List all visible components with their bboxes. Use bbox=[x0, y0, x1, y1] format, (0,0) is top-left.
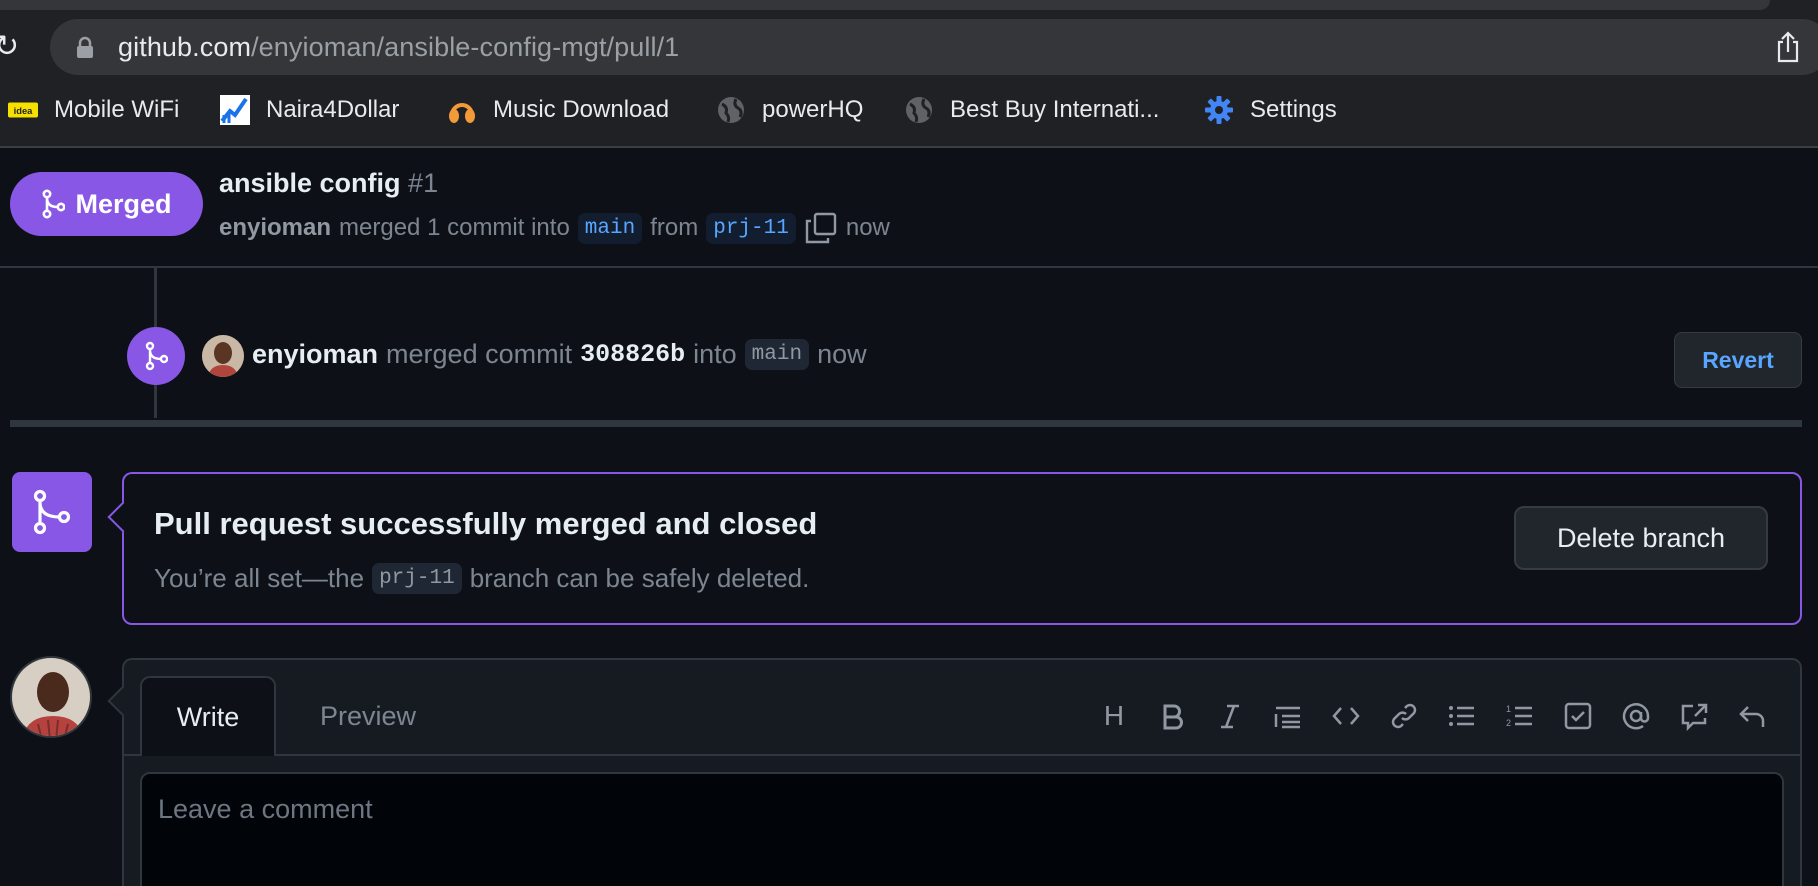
avatar[interactable] bbox=[202, 335, 244, 377]
ordered-list-icon[interactable]: 12 bbox=[1491, 692, 1549, 740]
bookmark-label: Naira4Dollar bbox=[266, 96, 400, 123]
chart-icon bbox=[220, 95, 250, 125]
merge-desc-branch[interactable]: prj-11 bbox=[372, 562, 462, 594]
header-divider bbox=[0, 266, 1818, 268]
git-merge-icon bbox=[42, 189, 66, 219]
comment-input[interactable] bbox=[140, 772, 1784, 886]
status-label: Merged bbox=[75, 188, 172, 219]
pr-author-link[interactable]: enyioman bbox=[219, 214, 331, 242]
bold-icon[interactable] bbox=[1143, 692, 1201, 740]
bookmarks-bar: idea Mobile WiFi Naira4Dollar Music Down… bbox=[0, 88, 1818, 132]
pr-time: now bbox=[845, 214, 890, 241]
tab-strip bbox=[0, 0, 1770, 10]
head-branch-link[interactable]: prj-11 bbox=[706, 212, 796, 244]
git-merge-icon bbox=[33, 489, 71, 535]
timeline-into-text: into bbox=[693, 338, 737, 369]
italic-icon[interactable] bbox=[1201, 692, 1259, 740]
timeline-merged-text: merged commit bbox=[386, 338, 573, 369]
task-list-icon[interactable] bbox=[1549, 692, 1607, 740]
revert-button[interactable]: Revert bbox=[1674, 332, 1802, 388]
undo-icon[interactable] bbox=[1723, 692, 1781, 740]
merge-desc-before: You’re all set—the bbox=[154, 562, 365, 593]
idea-badge-icon: idea bbox=[8, 95, 38, 125]
share-icon[interactable] bbox=[1774, 30, 1802, 64]
code-icon[interactable] bbox=[1317, 692, 1375, 740]
url-host: github.com bbox=[118, 32, 252, 62]
tab-write[interactable]: Write bbox=[140, 676, 276, 756]
globe-icon bbox=[716, 95, 746, 125]
gear-icon bbox=[1204, 95, 1234, 125]
copy-icon[interactable] bbox=[804, 211, 838, 245]
bookmark-label: Music Download bbox=[493, 96, 670, 123]
lock-icon[interactable] bbox=[74, 36, 96, 60]
svg-text:1: 1 bbox=[1506, 704, 1511, 714]
commit-sha-link[interactable]: 308826b bbox=[580, 340, 685, 369]
bookmark-naira4dollar[interactable]: Naira4Dollar bbox=[220, 88, 399, 132]
timeline-time[interactable]: now bbox=[817, 339, 867, 370]
unordered-list-icon[interactable] bbox=[1433, 692, 1491, 740]
merge-status-description: You’re all set—the prj-11 branch can be … bbox=[154, 556, 809, 600]
timeline-user-link[interactable]: enyioman bbox=[252, 339, 378, 370]
markdown-toolbar: H 12 bbox=[1085, 692, 1781, 740]
url-path: /enyioman/ansible-config-mgt/pull/1 bbox=[251, 32, 680, 62]
quote-icon[interactable] bbox=[1259, 692, 1317, 740]
merge-text: merged 1 commit into bbox=[339, 214, 570, 241]
heading-glyph: H bbox=[1103, 700, 1125, 731]
delete-branch-button[interactable]: Delete branch bbox=[1514, 506, 1768, 570]
pr-title: ansible config #1 bbox=[219, 168, 438, 199]
bookmark-label: Settings bbox=[1250, 96, 1337, 123]
bookmark-label: Mobile WiFi bbox=[54, 96, 180, 123]
bookmark-settings[interactable]: Settings bbox=[1204, 88, 1337, 132]
pr-title-text: ansible config bbox=[219, 168, 401, 198]
pr-subtitle: enyioman merged 1 commit into main from … bbox=[219, 208, 890, 248]
timeline-event: enyioman merged commit 308826b into main… bbox=[252, 332, 867, 376]
svg-text:idea: idea bbox=[14, 106, 34, 116]
timeline-merge-icon bbox=[127, 327, 185, 385]
base-branch-link[interactable]: main bbox=[577, 212, 643, 244]
reload-icon[interactable]: ↻ bbox=[0, 30, 20, 64]
svg-text:2: 2 bbox=[1506, 718, 1511, 728]
bookmark-music-download[interactable]: Music Download bbox=[447, 88, 669, 132]
reference-icon[interactable] bbox=[1665, 692, 1723, 740]
timeline-end-bar bbox=[10, 420, 1802, 427]
link-icon[interactable] bbox=[1375, 692, 1433, 740]
mention-icon[interactable] bbox=[1607, 692, 1665, 740]
tab-preview[interactable]: Preview bbox=[294, 680, 442, 752]
merge-status-title: Pull request successfully merged and clo… bbox=[154, 506, 818, 541]
headphones-icon bbox=[447, 95, 477, 125]
avatar[interactable] bbox=[10, 656, 92, 738]
bookmark-mobile-wifi[interactable]: idea Mobile WiFi bbox=[8, 88, 179, 132]
merge-desc-after: branch can be safely deleted. bbox=[469, 562, 810, 593]
merged-status-badge: Merged bbox=[10, 172, 203, 236]
bookmark-best-buy[interactable]: Best Buy Internati... bbox=[904, 88, 1159, 132]
merge-status-icon bbox=[12, 472, 92, 552]
bookmark-label: Best Buy Internati... bbox=[950, 96, 1160, 123]
pr-number: #1 bbox=[408, 168, 439, 198]
chrome-divider bbox=[0, 146, 1818, 148]
heading-icon[interactable]: H bbox=[1085, 692, 1143, 740]
globe-icon bbox=[904, 95, 934, 125]
tabs-divider bbox=[124, 754, 1800, 756]
url-text[interactable]: github.com/enyioman/ansible-config-mgt/p… bbox=[118, 28, 679, 66]
timeline-branch[interactable]: main bbox=[744, 338, 810, 370]
bookmark-powerhq[interactable]: powerHQ bbox=[716, 88, 863, 132]
from-text: from bbox=[650, 214, 699, 241]
bookmark-label: powerHQ bbox=[762, 96, 864, 123]
